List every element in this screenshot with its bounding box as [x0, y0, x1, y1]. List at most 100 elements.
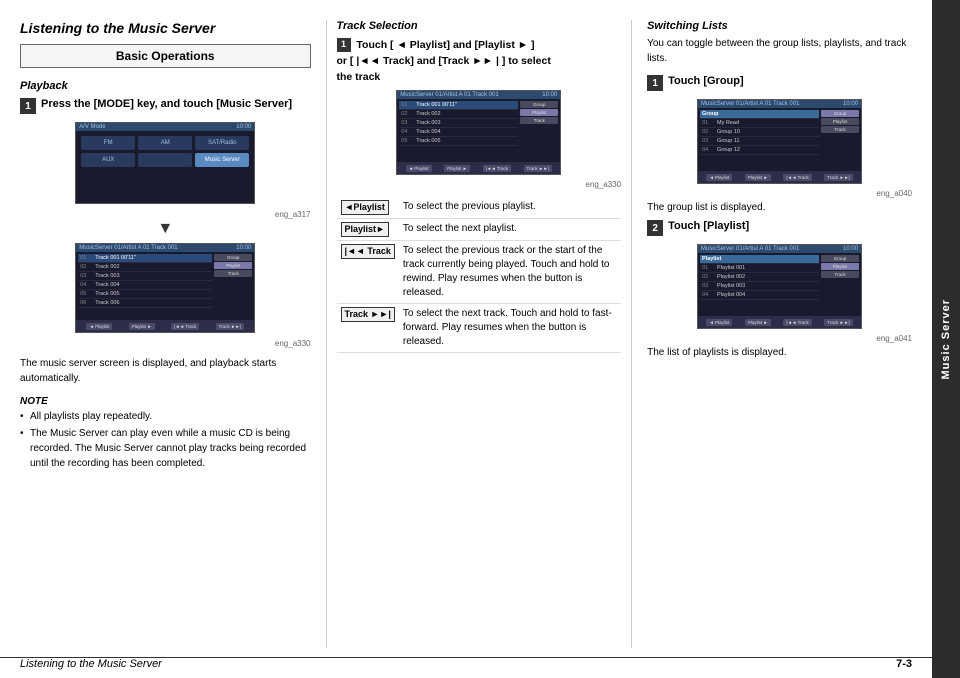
av-grid: FM AM SAT/Radio AUX Music Server: [76, 131, 254, 172]
page-footer: Listening to the Music Server 7-3: [0, 657, 932, 670]
track-1: 01Track 001 00'11": [78, 254, 212, 263]
mid-nav-prev-track[interactable]: |◄◄ Track: [483, 165, 511, 172]
playlist-header-item: Playlist: [700, 255, 819, 264]
col-right: Switching Lists You can toggle between t…: [631, 20, 912, 648]
track-sel-title: Track Selection: [337, 20, 622, 32]
nav-prev-playlist[interactable]: ◄ Playlist: [86, 323, 112, 330]
screen-bottom-bar: ◄ Playlist Playlist ► |◄◄ Track Track ►►…: [76, 320, 254, 332]
desc-prev-track: To select the previous track or the star…: [399, 241, 621, 304]
playlist-btn[interactable]: Playlist: [214, 262, 252, 269]
playlist-btn-tr[interactable]: Track: [821, 271, 859, 278]
right-step2-num: 2: [647, 220, 663, 236]
mid-track-1: 01Track 001 00'11": [399, 101, 518, 110]
right-panel: Group Playlist Track: [214, 254, 252, 308]
right-sidebar: Music Server: [932, 0, 960, 678]
mid-playlist-btn[interactable]: Playlist: [520, 109, 558, 116]
playlist-btn-pl[interactable]: Playlist: [821, 263, 859, 270]
group-list: Group 01My Read 02Group 10 03Group 11 04…: [700, 110, 819, 155]
table-row-3: |◄◄ Track To select the previous track o…: [337, 241, 622, 304]
playlist-item-2: 02Playlist 002: [700, 273, 819, 282]
nav-next-track[interactable]: Track ►►|: [216, 323, 244, 330]
group-screen-caption: eng_a040: [647, 189, 912, 198]
arrow-down-1: ▼: [20, 221, 311, 237]
track-3: 03Track 003: [78, 272, 212, 281]
group-btn-pl[interactable]: Playlist: [821, 118, 859, 125]
col-mid: Track Selection 1 Touch [ ◄ Playlist] an…: [326, 20, 632, 648]
switching-title: Switching Lists: [647, 20, 912, 32]
step1-block: 1 Press the [MODE] key, and touch [Music…: [20, 97, 311, 114]
mid-screen-caption: eng_a330: [337, 180, 622, 189]
playlist-list-text: The list of playlists is displayed.: [647, 347, 912, 358]
footer-title: Listening to the Music Server: [20, 658, 162, 670]
note-list: All playlists play repeatedly. The Music…: [20, 409, 311, 471]
playback-label: Playback: [20, 80, 311, 92]
playlist-screen-time: 10:00: [843, 246, 858, 252]
btn-next-playlist: Playlist►: [341, 222, 389, 237]
group-list-text: The group list is displayed.: [647, 202, 912, 213]
playlist-btn-grp[interactable]: Group: [821, 255, 859, 262]
group-bottom-bar: ◄ Playlist Playlist ► |◄◄ Track Track ►►…: [698, 171, 861, 183]
track-5: 05Track 005: [78, 290, 212, 299]
playlist-list: Playlist 01Playlist 001 02Playlist 002 0…: [700, 255, 819, 300]
mid-track-5: 05Track 005: [399, 137, 518, 146]
playlist-screen-title: MusicServer 01/Artist A 01 Track 001: [701, 246, 799, 252]
mid-step1-num: 1: [337, 38, 351, 52]
mid-bottom-bar: ◄ Playlist Playlist ► |◄◄ Track Track ►►…: [397, 162, 560, 174]
desc-next-playlist: To select the next playlist.: [399, 219, 621, 241]
track-btn[interactable]: Track: [214, 270, 252, 277]
playlist-nav-4[interactable]: Track ►►|: [824, 319, 852, 326]
footer-page: 7-3: [896, 658, 912, 670]
mid-track-4: 04Track 004: [399, 128, 518, 137]
group-nav-1[interactable]: ◄ Playlist: [706, 174, 732, 181]
track-6: 06Track 006: [78, 299, 212, 308]
mid-screen: MusicServer 01/Artist A 01 Track 001 10:…: [396, 90, 561, 175]
mid-nav-prev-playlist[interactable]: ◄ Playlist: [406, 165, 432, 172]
right-step1-text: Touch [Group]: [668, 74, 744, 89]
group-item-1: 01My Read: [700, 119, 819, 128]
av-item-music-server[interactable]: Music Server: [195, 153, 249, 167]
av-item-empty: [138, 153, 192, 167]
group-item-4: 04Group 12: [700, 146, 819, 155]
table-row-4: Track ►►| To select the next track. Touc…: [337, 304, 622, 353]
group-nav-4[interactable]: Track ►►|: [824, 174, 852, 181]
section-title: Listening to the Music Server: [20, 20, 311, 36]
playlist-screen-caption: eng_a041: [647, 334, 912, 343]
playlist-nav-3[interactable]: |◄◄ Track: [783, 319, 811, 326]
group-nav-3[interactable]: |◄◄ Track: [783, 174, 811, 181]
table-row-1: ◄Playlist To select the previous playlis…: [337, 197, 622, 219]
mid-screen-header: MusicServer 01/Artist A 01 Track 001 10:…: [397, 91, 560, 99]
playlist-screen: MusicServer 01/Artist A 01 Track 001 10:…: [697, 244, 862, 329]
av-header-right: 10:00: [236, 124, 251, 130]
nav-prev-track[interactable]: |◄◄ Track: [171, 323, 199, 330]
group-item-2: 02Group 10: [700, 128, 819, 137]
group-btn[interactable]: Group: [214, 254, 252, 261]
playlist-nav-2[interactable]: Playlist ►: [745, 319, 771, 326]
av-item-fm: FM: [81, 136, 135, 150]
main-screen-body: 01Track 001 00'11" 02Track 002 03Track 0…: [76, 252, 254, 310]
group-nav-2[interactable]: Playlist ►: [745, 174, 771, 181]
group-screen-body: Group 01My Read 02Group 10 03Group 11 04…: [698, 108, 861, 157]
mid-screen-time: 10:00: [542, 92, 557, 98]
playlist-nav-1[interactable]: ◄ Playlist: [706, 319, 732, 326]
mid-group-btn[interactable]: Group: [520, 101, 558, 108]
switching-desc: You can toggle between the group lists, …: [647, 36, 912, 66]
nav-next-playlist[interactable]: Playlist ►: [129, 323, 155, 330]
note-title: NOTE: [20, 396, 48, 407]
av-item-am: AM: [138, 136, 192, 150]
group-btn-grp[interactable]: Group: [821, 110, 859, 117]
mid-nav-next-track[interactable]: Track ►►|: [524, 165, 552, 172]
desc-next-track: To select the next track. Touch and hold…: [399, 304, 621, 353]
group-screen-header: MusicServer 01/Artist A 01 Track 001 10:…: [698, 100, 861, 108]
mid-screen-title: MusicServer 01/Artist A 01 Track 001: [400, 92, 498, 98]
main-content: Listening to the Music Server Basic Oper…: [0, 0, 932, 678]
btn-next-track: Track ►►|: [341, 307, 395, 322]
av-screen-header: A/V Mode 10:00: [76, 123, 254, 131]
step1-text: Press the [MODE] key, and touch [Music S…: [41, 97, 292, 112]
right-step1-block: 1 Touch [Group]: [647, 74, 912, 91]
mid-track-btn[interactable]: Track: [520, 117, 558, 124]
mid-screen-body: 01Track 001 00'11" 02Track 002 03Track 0…: [397, 99, 560, 148]
mid-nav-next-playlist[interactable]: Playlist ►: [444, 165, 470, 172]
group-screen: MusicServer 01/Artist A 01 Track 001 10:…: [697, 99, 862, 184]
note-item-1: All playlists play repeatedly.: [20, 409, 311, 424]
group-btn-tr[interactable]: Track: [821, 126, 859, 133]
